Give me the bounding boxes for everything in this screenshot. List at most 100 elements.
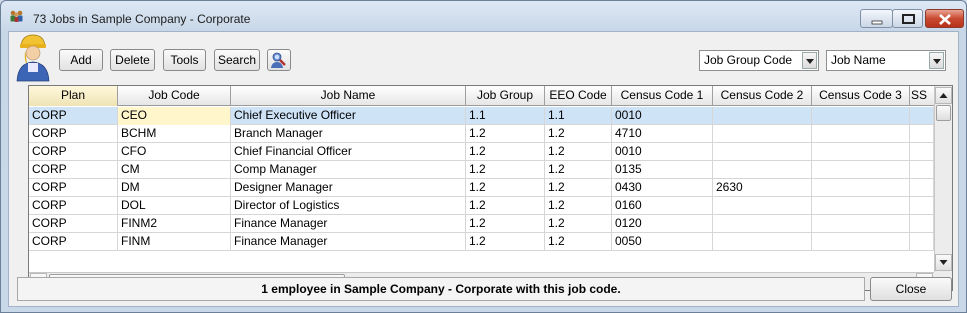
cell-plan[interactable]: CORP xyxy=(29,107,118,125)
cell-census-code-2[interactable] xyxy=(713,143,812,161)
column-header-eeo-code[interactable]: EEO Code xyxy=(545,86,612,106)
cell-job-code[interactable]: FINM2 xyxy=(118,215,231,233)
cell-job-code[interactable]: DM xyxy=(118,179,231,197)
cell-job-group[interactable]: 1.1 xyxy=(466,107,545,125)
cell-census-code-2[interactable] xyxy=(713,215,812,233)
scroll-down-button[interactable] xyxy=(935,254,952,271)
cell-eeo-code[interactable]: 1.2 xyxy=(545,143,612,161)
table-row[interactable]: CORP DM Designer Manager 1.2 1.2 0430 2630 xyxy=(29,179,934,197)
cell-census-code-1[interactable]: 0120 xyxy=(612,215,713,233)
cell-plan[interactable]: CORP xyxy=(29,197,118,215)
cell-job-name[interactable]: Chief Financial Officer xyxy=(231,143,466,161)
cell-census-code-1[interactable]: 0010 xyxy=(612,107,713,125)
column-header-job-group[interactable]: Job Group xyxy=(466,86,545,106)
table-row[interactable]: CORP CEO Chief Executive Officer 1.1 1.1 0010 xyxy=(29,107,934,125)
column-header-census-code-1[interactable]: Census Code 1 xyxy=(612,86,713,106)
cell-census-code-2[interactable] xyxy=(713,125,812,143)
cell-eeo-code[interactable]: 1.2 xyxy=(545,197,612,215)
cell-job-group[interactable]: 1.2 xyxy=(466,197,545,215)
sort-secondary-select[interactable]: Job Name xyxy=(826,50,946,71)
cell-eeo-code[interactable]: 1.2 xyxy=(545,179,612,197)
cell-census-code-3[interactable] xyxy=(812,233,910,251)
cell-job-name[interactable]: Branch Manager xyxy=(231,125,466,143)
cell-census-code-3[interactable] xyxy=(812,161,910,179)
sort-primary-select[interactable]: Job Group Code xyxy=(699,50,819,71)
cell-job-name[interactable]: Designer Manager xyxy=(231,179,466,197)
cell-census-code-3[interactable] xyxy=(812,107,910,125)
cell-eeo-code[interactable]: 1.1 xyxy=(545,107,612,125)
cell-census-code-1[interactable]: 0430 xyxy=(612,179,713,197)
cell-ss[interactable] xyxy=(910,161,934,179)
column-header-ss[interactable]: SS xyxy=(910,86,934,106)
column-header-plan[interactable]: Plan xyxy=(29,86,118,106)
close-window-button[interactable] xyxy=(925,9,964,28)
cell-job-code[interactable]: DOL xyxy=(118,197,231,215)
cell-job-group[interactable]: 1.2 xyxy=(466,215,545,233)
vertical-scroll-thumb[interactable] xyxy=(936,105,951,121)
delete-button[interactable]: Delete xyxy=(110,49,155,71)
cell-census-code-3[interactable] xyxy=(812,197,910,215)
cell-job-code[interactable]: CFO xyxy=(118,143,231,161)
cell-census-code-2[interactable] xyxy=(713,233,812,251)
maximize-button[interactable] xyxy=(892,9,923,28)
cell-ss[interactable] xyxy=(910,143,934,161)
cell-eeo-code[interactable]: 1.2 xyxy=(545,161,612,179)
scroll-up-button[interactable] xyxy=(935,87,952,104)
cell-ss[interactable] xyxy=(910,125,934,143)
column-header-job-code[interactable]: Job Code xyxy=(118,86,231,106)
cell-job-name[interactable]: Finance Manager xyxy=(231,233,466,251)
column-header-job-name[interactable]: Job Name xyxy=(231,86,466,106)
cell-census-code-3[interactable] xyxy=(812,215,910,233)
cell-plan[interactable]: CORP xyxy=(29,161,118,179)
vertical-scrollbar[interactable] xyxy=(934,86,952,272)
column-header-census-code-2[interactable]: Census Code 2 xyxy=(713,86,812,106)
cell-job-code[interactable]: BCHM xyxy=(118,125,231,143)
cell-ss[interactable] xyxy=(910,107,934,125)
cell-job-group[interactable]: 1.2 xyxy=(466,143,545,161)
table-row[interactable]: CORP BCHM Branch Manager 1.2 1.2 4710 xyxy=(29,125,934,143)
cell-plan[interactable]: CORP xyxy=(29,233,118,251)
cell-census-code-1[interactable]: 0050 xyxy=(612,233,713,251)
cell-job-group[interactable]: 1.2 xyxy=(466,125,545,143)
cell-eeo-code[interactable]: 1.2 xyxy=(545,125,612,143)
cell-eeo-code[interactable]: 1.2 xyxy=(545,215,612,233)
cell-job-name[interactable]: Finance Manager xyxy=(231,215,466,233)
table-row[interactable]: CORP FINM Finance Manager 1.2 1.2 0050 xyxy=(29,233,934,251)
cell-job-group[interactable]: 1.2 xyxy=(466,179,545,197)
cell-ss[interactable] xyxy=(910,215,934,233)
cell-census-code-1[interactable]: 0160 xyxy=(612,197,713,215)
chevron-down-icon[interactable] xyxy=(802,52,817,69)
cell-plan[interactable]: CORP xyxy=(29,179,118,197)
cell-job-name[interactable]: Director of Logistics xyxy=(231,197,466,215)
cell-plan[interactable]: CORP xyxy=(29,125,118,143)
table-row[interactable]: CORP CFO Chief Financial Officer 1.2 1.2 0010 xyxy=(29,143,934,161)
cell-census-code-1[interactable]: 0135 xyxy=(612,161,713,179)
cell-job-code[interactable]: CM xyxy=(118,161,231,179)
cell-census-code-2[interactable] xyxy=(713,107,812,125)
cell-census-code-3[interactable] xyxy=(812,143,910,161)
cell-census-code-2[interactable]: 2630 xyxy=(713,179,812,197)
cell-census-code-3[interactable] xyxy=(812,179,910,197)
cell-job-group[interactable]: 1.2 xyxy=(466,161,545,179)
find-employee-button[interactable] xyxy=(267,49,291,71)
cell-ss[interactable] xyxy=(910,197,934,215)
cell-ss[interactable] xyxy=(910,179,934,197)
cell-job-code[interactable]: CEO xyxy=(118,107,231,125)
cell-job-name[interactable]: Chief Executive Officer xyxy=(231,107,466,125)
cell-eeo-code[interactable]: 1.2 xyxy=(545,233,612,251)
cell-census-code-2[interactable] xyxy=(713,161,812,179)
cell-plan[interactable]: CORP xyxy=(29,143,118,161)
chevron-down-icon[interactable] xyxy=(929,52,944,69)
cell-plan[interactable]: CORP xyxy=(29,215,118,233)
add-button[interactable]: Add xyxy=(59,49,103,71)
cell-census-code-3[interactable] xyxy=(812,125,910,143)
title-bar[interactable]: 73 Jobs in Sample Company - Corporate xyxy=(1,1,966,31)
table-row[interactable]: CORP CM Comp Manager 1.2 1.2 0135 xyxy=(29,161,934,179)
cell-job-code[interactable]: FINM xyxy=(118,233,231,251)
cell-job-name[interactable]: Comp Manager xyxy=(231,161,466,179)
search-button[interactable]: Search xyxy=(214,49,260,71)
cell-census-code-1[interactable]: 0010 xyxy=(612,143,713,161)
table-row[interactable]: CORP DOL Director of Logistics 1.2 1.2 0160 xyxy=(29,197,934,215)
cell-ss[interactable] xyxy=(910,233,934,251)
column-header-census-code-3[interactable]: Census Code 3 xyxy=(812,86,910,106)
